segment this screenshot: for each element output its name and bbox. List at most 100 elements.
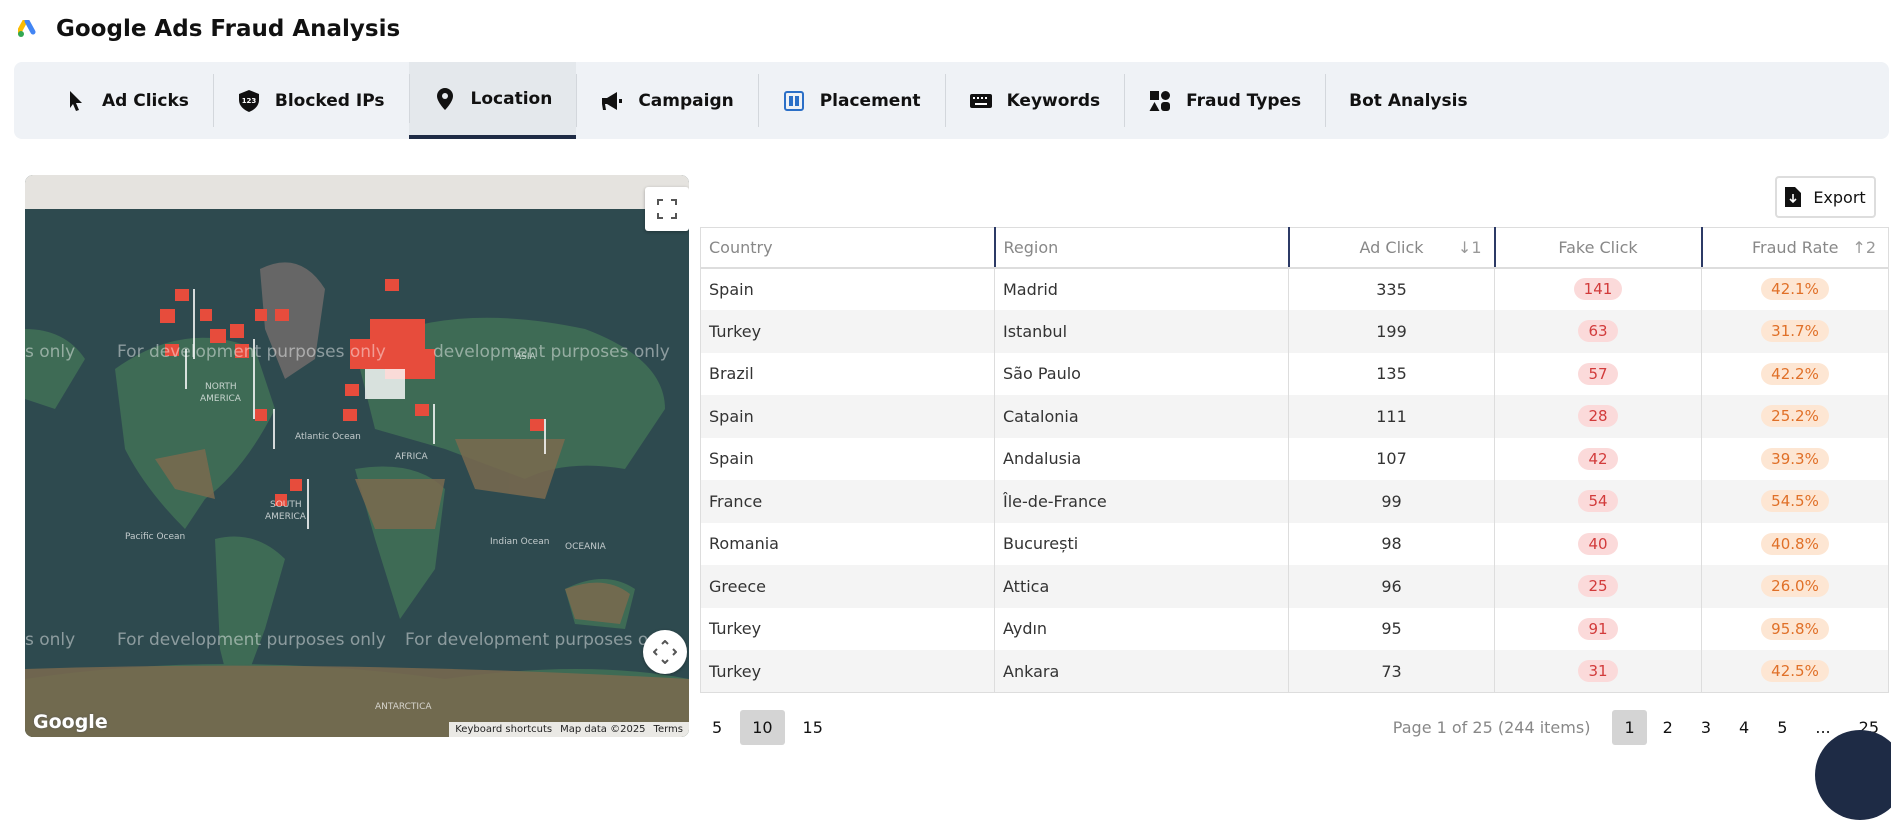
cell-ad-click: 99 <box>1288 480 1495 523</box>
label-atlantic: Atlantic Ocean <box>295 432 361 442</box>
tab-keywords[interactable]: Keywords <box>944 62 1125 139</box>
svg-text:123: 123 <box>242 97 257 105</box>
fraud-rate-badge: 25.2% <box>1761 405 1829 428</box>
tab-campaign[interactable]: Campaign <box>576 62 757 139</box>
page-size-10[interactable]: 10 <box>740 710 785 745</box>
table-row[interactable]: Turkey Aydın 95 91 95.8% <box>700 607 1889 650</box>
page-info: Page 1 of 25 (244 items) <box>1392 718 1591 737</box>
placement-icon <box>783 90 804 111</box>
cell-fraud-rate: 26.0% <box>1701 565 1889 608</box>
shapes-icon <box>1149 90 1171 111</box>
column-fake-click[interactable]: Fake Click <box>1493 227 1702 269</box>
fraud-rate-badge: 42.5% <box>1761 660 1829 682</box>
cell-fraud-rate: 25.2% <box>1701 395 1889 438</box>
cell-region: Ankara <box>994 650 1289 693</box>
table-row[interactable]: Turkey Ankara 73 31 42.5% <box>700 650 1889 693</box>
label-indian: Indian Ocean <box>490 537 549 547</box>
pagination: Page 1 of 25 (244 items) 1 2 3 4 5 ... 2… <box>1393 710 1891 745</box>
column-region[interactable]: Region <box>993 227 1289 269</box>
label-antarctica: ANTARCTICA <box>375 702 432 712</box>
cell-region: Aydın <box>994 607 1289 650</box>
tab-placement[interactable]: Placement <box>757 62 945 139</box>
page-3[interactable]: 3 <box>1689 710 1723 745</box>
cursor-icon <box>70 90 82 111</box>
fraud-rate-badge: 42.1% <box>1761 278 1829 301</box>
tab-label: Placement <box>819 90 921 111</box>
page-4[interactable]: 4 <box>1727 710 1761 745</box>
cell-fraud-rate: 39.3% <box>1701 437 1889 480</box>
google-logo: Google <box>33 711 108 733</box>
tab-label: Campaign <box>638 90 734 111</box>
watermark: development purposes only <box>433 342 670 362</box>
megaphone-icon <box>602 91 623 110</box>
table-row[interactable]: Spain Andalusia 107 42 39.3% <box>700 437 1889 480</box>
tab-bot-analysis[interactable]: Bot Analysis <box>1325 62 1491 139</box>
map-camera-control[interactable] <box>643 630 687 674</box>
label-north-america-2: AMERICA <box>200 394 242 404</box>
cell-region: Andalusia <box>994 437 1289 480</box>
cell-fraud-rate: 54.5% <box>1701 480 1889 523</box>
export-label: Export <box>1813 187 1866 207</box>
column-fraud-rate[interactable]: Fraud Rate ↑2 <box>1700 227 1889 269</box>
page-size-5[interactable]: 5 <box>700 710 734 745</box>
cell-country: Spain <box>700 437 995 480</box>
cell-fake-click: 91 <box>1494 607 1702 650</box>
tab-fraud-types[interactable]: Fraud Types <box>1124 62 1325 139</box>
sort-desc-indicator: ↓1 <box>1457 238 1482 257</box>
app-header: Google Ads Fraud Analysis <box>18 16 400 42</box>
table-row[interactable]: Spain Madrid 335 141 42.1% <box>700 267 1889 310</box>
cell-region: Catalonia <box>994 395 1289 438</box>
fraud-rate-badge: 54.5% <box>1761 490 1829 513</box>
page-title: Google Ads Fraud Analysis <box>56 16 401 42</box>
map-pin-icon <box>436 87 453 110</box>
pan-arrows-icon <box>653 640 677 664</box>
keyboard-shortcuts-link[interactable]: Keyboard shortcuts <box>455 724 552 735</box>
cell-fake-click: 28 <box>1494 395 1702 438</box>
export-button[interactable]: Export <box>1775 176 1876 218</box>
tab-label: Bot Analysis <box>1349 90 1468 111</box>
fake-click-badge: 42 <box>1578 447 1618 470</box>
cell-country: Spain <box>700 395 995 438</box>
page-5[interactable]: 5 <box>1765 710 1799 745</box>
cell-fraud-rate: 42.1% <box>1701 267 1889 310</box>
cell-region: São Paulo <box>994 352 1289 395</box>
watermark: For development purposes only <box>405 630 674 650</box>
table-row[interactable]: Greece Attica 96 25 26.0% <box>700 565 1889 608</box>
cell-region: Île-de-France <box>994 480 1289 523</box>
tab-blocked-ips[interactable]: 123 Blocked IPs <box>212 62 409 139</box>
table-row[interactable]: Spain Catalonia 111 28 25.2% <box>700 395 1889 438</box>
cell-fake-click: 31 <box>1494 650 1702 693</box>
tab-ad-clicks[interactable]: Ad Clicks <box>40 62 213 139</box>
cell-ad-click: 111 <box>1288 395 1495 438</box>
cell-fake-click: 40 <box>1494 522 1702 565</box>
table-row[interactable]: France Île-de-France 99 54 54.5% <box>700 480 1889 523</box>
help-chat-button[interactable] <box>1815 730 1891 820</box>
fullscreen-icon <box>657 199 677 219</box>
column-label: Fraud Rate <box>1752 237 1839 257</box>
fake-click-badge: 28 <box>1578 405 1618 428</box>
cell-country: Turkey <box>700 607 995 650</box>
google-ads-logo <box>18 20 36 37</box>
table-row[interactable]: Turkey Istanbul 199 63 31.7% <box>700 310 1889 353</box>
column-ad-click[interactable]: Ad Click ↓1 <box>1287 227 1495 269</box>
table-row[interactable]: Romania București 98 40 40.8% <box>700 522 1889 565</box>
watermark: For development purposes only <box>117 342 386 362</box>
table-row[interactable]: Brazil São Paulo 135 57 42.2% <box>700 352 1889 395</box>
label-south-america: SOUTH <box>270 500 302 510</box>
column-country[interactable]: Country <box>700 227 995 269</box>
terms-link[interactable]: Terms <box>654 724 683 735</box>
cell-fake-click: 25 <box>1494 565 1702 608</box>
page-size-selector: 5 10 15 <box>700 710 835 745</box>
table-header-row: Country Region Ad Click ↓1 Fake Click Fra… <box>700 227 1889 269</box>
cell-fraud-rate: 95.8% <box>1701 607 1889 650</box>
page-size-15[interactable]: 15 <box>791 710 835 745</box>
tab-location[interactable]: Location <box>408 62 577 139</box>
fullscreen-button[interactable] <box>645 187 689 231</box>
location-map[interactable]: NORTH AMERICA SOUTH AMERICA ASIA AFRICA … <box>25 175 689 737</box>
world-map: NORTH AMERICA SOUTH AMERICA ASIA AFRICA … <box>25 262 689 737</box>
cell-region: București <box>994 522 1289 565</box>
tab-label: Blocked IPs <box>274 90 385 111</box>
page-1[interactable]: 1 <box>1612 710 1647 745</box>
page-2[interactable]: 2 <box>1651 710 1685 745</box>
map-top-area <box>25 175 689 209</box>
